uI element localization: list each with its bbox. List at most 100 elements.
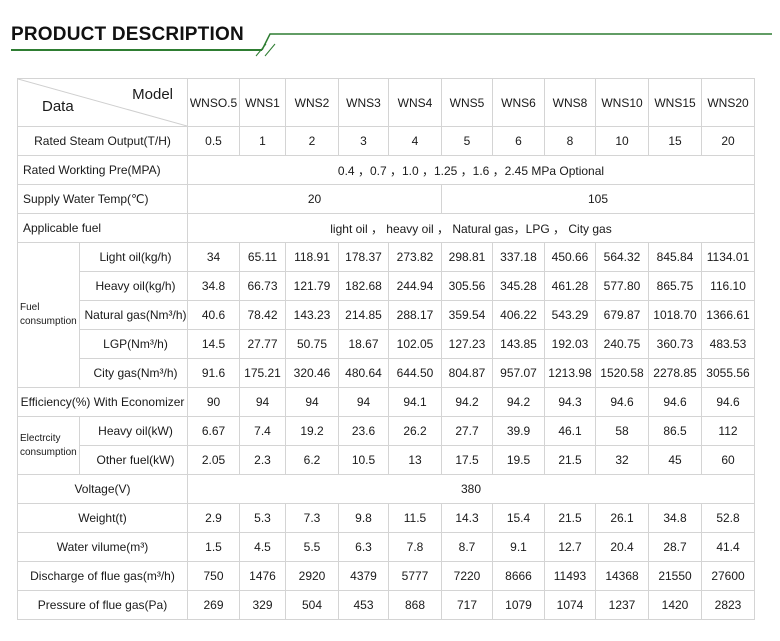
table-cell: 5.5 (285, 532, 339, 562)
model-label: Model (132, 86, 173, 103)
table-cell: 240.75 (595, 329, 649, 359)
table-cell: 6 (492, 126, 545, 156)
corner-cell: Model Data (17, 78, 188, 127)
table-row: LGP(Nm³/h) 14.5 27.77 50.75 18.67 102.05… (18, 329, 755, 359)
row-label: Heavy oil(kg/h) (79, 271, 188, 301)
table-cell: 94 (239, 387, 286, 417)
table-cell: 11493 (544, 561, 596, 591)
row-label: Pressure of flue gas(Pa) (17, 590, 188, 620)
table-cell: 13 (388, 445, 442, 475)
table-cell: 7.8 (388, 532, 442, 562)
table-cell: 15.4 (492, 503, 545, 533)
table-row: Fuel consumption Light oil(kg/h) 34 65.1… (17, 242, 755, 388)
model-header: WNS3 (338, 78, 389, 127)
table-cell: 5777 (388, 561, 442, 591)
model-header: WNS4 (388, 78, 442, 127)
table-cell: 94.1 (388, 387, 442, 417)
table-cell: 10.5 (338, 445, 389, 475)
table-cell: 6.3 (338, 532, 389, 562)
table-cell: 214.85 (338, 300, 389, 330)
row-label: Natural gas(Nm³/h) (79, 300, 188, 330)
table-cell: 1237 (595, 590, 649, 620)
table-cell: 1520.58 (595, 358, 649, 388)
header-row: Model Data WNSO.5 WNS1 WNS2 WNS3 WNS4 WN… (17, 78, 755, 127)
table-cell: 116.10 (701, 271, 755, 301)
table-cell: 483.53 (701, 329, 755, 359)
table-cell: 65.11 (239, 242, 286, 272)
table-cell: 8 (544, 126, 596, 156)
table-cell: 6.67 (187, 416, 240, 446)
table-cell: 8.7 (441, 532, 493, 562)
table-row: Applicable fuel light oil ， heavy oil ， … (17, 213, 755, 243)
table-cell: 15 (648, 126, 702, 156)
table-cell: 845.84 (648, 242, 702, 272)
table-cell: 41.4 (701, 532, 755, 562)
table-cell: 868 (388, 590, 442, 620)
table-cell: 20 (701, 126, 755, 156)
table-row: Other fuel(kW) 2.05 2.3 6.2 10.5 13 17.5… (18, 445, 755, 475)
table-cell: 10 (595, 126, 649, 156)
table-cell: 543.29 (544, 300, 596, 330)
table-cell: 2920 (285, 561, 339, 591)
table-cell: 34.8 (187, 271, 240, 301)
table-cell: 1018.70 (648, 300, 702, 330)
table-cell: 679.87 (595, 300, 649, 330)
table-row: Discharge of flue gas(m³/h) 750 1476 292… (17, 561, 755, 591)
table-cell: 46.1 (544, 416, 596, 446)
table-cell: 244.94 (388, 271, 442, 301)
table-cell: 94 (285, 387, 339, 417)
table-cell: 21550 (648, 561, 702, 591)
table-cell-merged: light oil ， heavy oil ， Natural gas，LPG … (187, 213, 755, 243)
table-cell: 143.85 (492, 329, 545, 359)
table-row: Rated Steam Output(T/H) 0.5 1 2 3 4 5 6 … (17, 126, 755, 156)
table-cell: 23.6 (338, 416, 389, 446)
table-cell: 192.03 (544, 329, 596, 359)
table-row: Pressure of flue gas(Pa) 269 329 504 453… (17, 590, 755, 620)
table-cell: 90 (187, 387, 240, 417)
table-cell: 577.80 (595, 271, 649, 301)
table-cell: 27600 (701, 561, 755, 591)
table-cell: 39.9 (492, 416, 545, 446)
table-cell: 359.54 (441, 300, 493, 330)
table-cell: 40.6 (187, 300, 240, 330)
table-cell: 11.5 (388, 503, 442, 533)
table-cell: 865.75 (648, 271, 702, 301)
table-cell: 6.2 (285, 445, 339, 475)
header-decoration-line (11, 33, 772, 57)
table-row: Rated Workting Pre(MPA) 0.4 ，0.7 ，1.0 ，1… (17, 155, 755, 185)
table-cell: 345.28 (492, 271, 545, 301)
table-cell: 86.5 (648, 416, 702, 446)
model-header: WNS6 (492, 78, 545, 127)
table-cell: 717 (441, 590, 493, 620)
table-cell: 94.6 (701, 387, 755, 417)
table-cell: 7.3 (285, 503, 339, 533)
table-cell: 7220 (441, 561, 493, 591)
row-label: Heavy oil(kW) (79, 416, 188, 446)
table-cell: 28.7 (648, 532, 702, 562)
model-header: WNS2 (285, 78, 339, 127)
table-row: Heavy oil(kg/h) 34.8 66.73 121.79 182.68… (18, 271, 755, 301)
row-label: Rated Steam Output(T/H) (17, 126, 188, 156)
specification-table: Model Data WNSO.5 WNS1 WNS2 WNS3 WNS4 WN… (17, 78, 755, 620)
group-label-fuel: Fuel consumption (17, 242, 80, 388)
table-cell: 34 (187, 242, 240, 272)
row-label: Rated Workting Pre(MPA) (17, 155, 188, 185)
table-cell: 32 (595, 445, 649, 475)
table-cell: 1.5 (187, 532, 240, 562)
row-label: Supply Water Temp(℃) (17, 184, 188, 214)
table-cell: 26.2 (388, 416, 442, 446)
table-row: Voltage(V) 380 (17, 474, 755, 504)
table-cell: 450.66 (544, 242, 596, 272)
table-cell: 26.1 (595, 503, 649, 533)
table-row: Weight(t) 2.9 5.3 7.3 9.8 11.5 14.3 15.4… (17, 503, 755, 533)
table-cell: 4.5 (239, 532, 286, 562)
row-label: Water vilume(m³) (17, 532, 188, 562)
table-cell: 1074 (544, 590, 596, 620)
row-label: Weight(t) (17, 503, 188, 533)
table-cell-merged: 20 (187, 184, 442, 214)
table-cell: 337.18 (492, 242, 545, 272)
table-cell: 14368 (595, 561, 649, 591)
table-cell: 7.4 (239, 416, 286, 446)
row-label: Applicable fuel (17, 213, 188, 243)
table-cell: 19.2 (285, 416, 339, 446)
